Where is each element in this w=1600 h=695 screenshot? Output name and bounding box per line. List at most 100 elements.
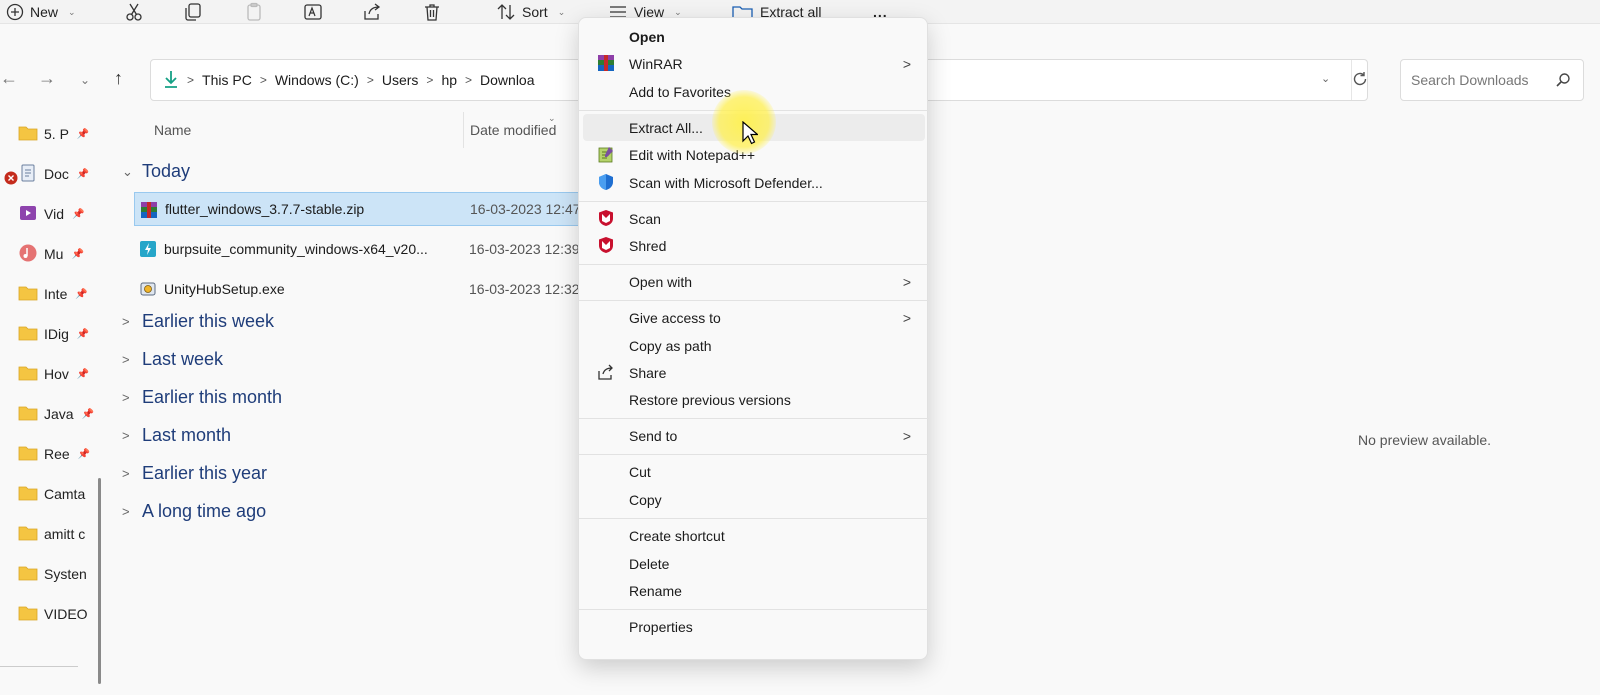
menu-item-shred[interactable]: Shred xyxy=(583,232,925,259)
sidebar-scrollbar[interactable] xyxy=(98,478,101,684)
paste-button[interactable] xyxy=(244,0,264,24)
column-header-name[interactable]: Name xyxy=(154,122,191,138)
menu-item-copy[interactable]: Copy xyxy=(583,486,925,513)
sidebar-item-videos[interactable]: Vid 📌 xyxy=(18,202,98,226)
chevron-right-icon: > xyxy=(259,73,267,87)
mouse-pointer-icon xyxy=(742,120,760,148)
sidebar-item-folder[interactable]: Camta xyxy=(18,482,98,506)
column-divider xyxy=(463,112,464,148)
folder-icon xyxy=(18,525,38,544)
pin-icon: 📌 xyxy=(75,288,88,300)
sidebar-item-folder[interactable]: Java 📌 xyxy=(18,402,98,426)
preview-pane-message: No preview available. xyxy=(1358,432,1492,448)
menu-item-delete[interactable]: Delete xyxy=(583,550,925,577)
delete-button[interactable] xyxy=(422,0,442,24)
breadcrumb-this-pc[interactable]: This PC xyxy=(202,72,252,88)
breadcrumb-windows-c[interactable]: Windows (C:) xyxy=(275,72,359,88)
menu-item-label: Copy as path xyxy=(629,337,712,354)
sidebar-item-folder[interactable]: Ree 📌 xyxy=(18,442,98,466)
column-header-date-modified[interactable]: Date modified xyxy=(470,122,556,138)
up-arrow-icon[interactable]: ↑ xyxy=(114,68,123,89)
menu-separator xyxy=(579,454,929,455)
new-button[interactable]: New ⌄ xyxy=(6,0,76,24)
menu-item-send-to[interactable]: Send to > xyxy=(583,422,925,449)
download-arrow-icon xyxy=(163,69,179,92)
chevron-down-icon: ⌄ xyxy=(557,6,566,17)
sidebar-item-folder[interactable]: Hov 📌 xyxy=(18,362,98,386)
sidebar-item-folder[interactable]: amitt c xyxy=(18,522,98,546)
chevron-right-icon: > xyxy=(122,390,130,405)
sidebar-item-label: Mu xyxy=(44,246,64,262)
file-date: 16-03-2023 12:39 xyxy=(469,241,579,257)
file-row-flutter[interactable]: flutter_windows_3.7.7-stable.zip 16-03-2… xyxy=(134,192,580,226)
sidebar-item-folder[interactable]: Systen xyxy=(18,562,98,586)
file-name: flutter_windows_3.7.7-stable.zip xyxy=(165,201,365,217)
menu-item-properties[interactable]: Properties xyxy=(583,613,925,640)
menu-item-scan-defender[interactable]: Scan with Microsoft Defender... xyxy=(583,169,925,196)
menu-item-create-shortcut[interactable]: Create shortcut xyxy=(583,522,925,549)
document-icon xyxy=(18,163,38,186)
search-box[interactable]: Search Downloads xyxy=(1400,59,1584,101)
refresh-icon[interactable] xyxy=(1351,70,1369,91)
group-header-today[interactable]: ⌄ Today xyxy=(122,161,190,182)
folder-icon xyxy=(18,405,38,424)
folder-icon xyxy=(18,125,38,144)
recent-locations-chevron-icon[interactable]: ⌄ xyxy=(80,73,90,87)
sidebar-item-documents[interactable]: Doc 📌 xyxy=(18,162,98,186)
chevron-right-icon: > xyxy=(902,427,911,444)
menu-item-restore-previous-versions[interactable]: Restore previous versions xyxy=(583,386,925,413)
file-row-burpsuite[interactable]: burpsuite_community_windows-x64_v20... 1… xyxy=(134,232,579,266)
sidebar-item-music[interactable]: Mu 📌 xyxy=(18,242,98,266)
breadcrumb-hp[interactable]: hp xyxy=(441,72,457,88)
winrar-icon xyxy=(597,54,615,75)
group-header-last-week[interactable]: > Last week xyxy=(122,349,223,370)
menu-item-label: Send to xyxy=(629,427,678,444)
menu-separator xyxy=(579,264,929,265)
sidebar-item-folder[interactable]: VIDEO xyxy=(18,602,98,626)
menu-item-open[interactable]: Open xyxy=(583,23,925,50)
group-header-earlier-this-year[interactable]: > Earlier this year xyxy=(122,463,267,484)
group-header-last-month[interactable]: > Last month xyxy=(122,425,231,446)
cut-button[interactable] xyxy=(124,0,144,24)
menu-item-rename[interactable]: Rename xyxy=(583,577,925,604)
menu-item-share[interactable]: Share xyxy=(583,359,925,386)
share-button[interactable] xyxy=(362,0,382,24)
sidebar-item-folder[interactable]: IDig 📌 xyxy=(18,322,98,346)
file-row-unityhub[interactable]: UnityHubSetup.exe 16-03-2023 12:32 xyxy=(134,272,579,306)
navigation-pane: 5. P 📌 Doc 📌 Vid 📌 Mu 📌 Inte 📌 IDig 📌 Hov 📌 Jav… xyxy=(0,112,102,695)
breadcrumb-downloads[interactable]: Downloa xyxy=(480,72,534,88)
menu-item-winrar[interactable]: WinRAR > xyxy=(583,50,925,77)
rename-button[interactable] xyxy=(303,0,323,24)
sidebar-item-label: Hov xyxy=(44,366,69,382)
sort-button[interactable]: Sort ⌄ xyxy=(496,0,565,24)
chevron-right-icon: > xyxy=(426,73,434,87)
search-input[interactable]: Search Downloads xyxy=(1411,72,1529,88)
sidebar-item-folder[interactable]: Inte 📌 xyxy=(18,282,98,306)
menu-item-label: WinRAR xyxy=(629,55,683,72)
copy-button[interactable] xyxy=(183,0,203,24)
group-label: Earlier this week xyxy=(142,311,275,331)
menu-item-label: Scan xyxy=(629,210,661,227)
sidebar-item-5p[interactable]: 5. P 📌 xyxy=(18,122,98,146)
menu-item-label: Restore previous versions xyxy=(629,391,791,408)
back-arrow-icon[interactable]: ← xyxy=(0,68,18,89)
forward-arrow-icon[interactable]: → xyxy=(38,68,56,89)
address-history-chevron-icon[interactable]: ⌄ xyxy=(1321,72,1330,85)
group-header-earlier-this-week[interactable]: > Earlier this week xyxy=(122,311,274,332)
menu-item-scan[interactable]: Scan xyxy=(583,205,925,232)
menu-item-label: Shred xyxy=(629,237,667,254)
menu-item-give-access[interactable]: Give access to > xyxy=(583,304,925,331)
folder-icon xyxy=(18,365,38,384)
rename-icon xyxy=(303,2,323,22)
mcafee-shield-icon xyxy=(597,209,615,230)
group-header-long-time-ago[interactable]: > A long time ago xyxy=(122,501,266,522)
group-label: Earlier this year xyxy=(142,463,268,483)
chevron-right-icon: > xyxy=(902,55,911,72)
pin-icon: 📌 xyxy=(77,448,91,460)
group-header-earlier-this-month[interactable]: > Earlier this month xyxy=(122,387,282,408)
menu-item-open-with[interactable]: Open with > xyxy=(583,268,925,295)
menu-item-copy-as-path[interactable]: Copy as path xyxy=(583,332,925,359)
plus-circle-icon xyxy=(6,3,24,21)
breadcrumb-users[interactable]: Users xyxy=(382,72,419,88)
menu-item-cut[interactable]: Cut xyxy=(583,458,925,485)
